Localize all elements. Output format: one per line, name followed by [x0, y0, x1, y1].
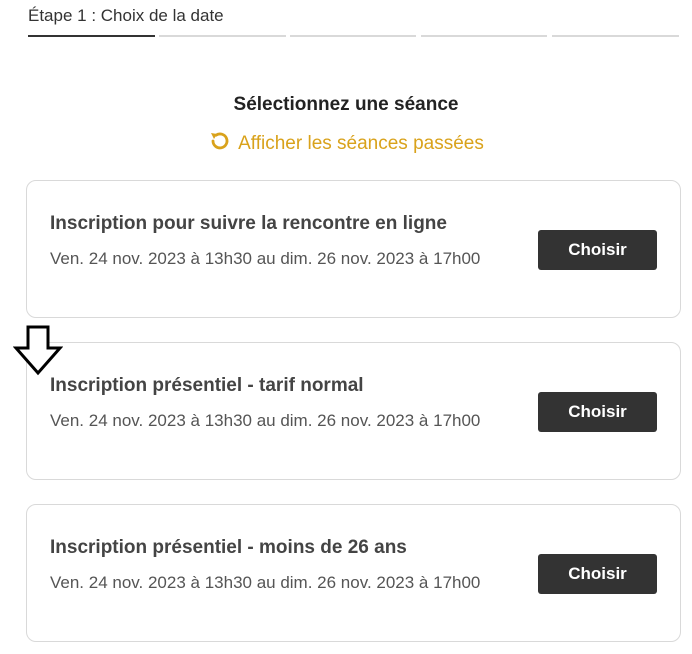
- step-2-bar: [159, 35, 286, 37]
- section-title: Sélectionnez une séance: [233, 94, 459, 115]
- show-past-sessions-link[interactable]: Afficher les séances passées: [0, 130, 692, 158]
- session-title: Inscription présentiel - tarif normal: [50, 375, 364, 396]
- session-card: Inscription présentiel - tarif normal Ve…: [26, 342, 681, 480]
- choose-button[interactable]: Choisir: [538, 392, 657, 432]
- down-arrow-icon: [12, 325, 64, 377]
- session-card: Inscription présentiel - moins de 26 ans…: [26, 504, 681, 642]
- choose-button[interactable]: Choisir: [538, 554, 657, 594]
- session-date: Ven. 24 nov. 2023 à 13h30 au dim. 26 nov…: [50, 573, 481, 592]
- session-date: Ven. 24 nov. 2023 à 13h30 au dim. 26 nov…: [50, 411, 481, 430]
- step-4-bar: [421, 35, 547, 37]
- session-title: Inscription pour suivre la rencontre en …: [50, 213, 447, 234]
- stepper: Étape 1 : Choix de la date: [28, 0, 679, 40]
- step-3-bar: [290, 35, 416, 37]
- session-date: Ven. 24 nov. 2023 à 13h30 au dim. 26 nov…: [50, 249, 481, 268]
- session-title: Inscription présentiel - moins de 26 ans: [50, 537, 407, 558]
- session-card: Inscription pour suivre la rencontre en …: [26, 180, 681, 318]
- step-5-bar: [552, 35, 679, 37]
- step-1-bar: [28, 35, 155, 37]
- show-past-sessions-label: Afficher les séances passées: [238, 133, 484, 154]
- choose-button[interactable]: Choisir: [538, 230, 657, 270]
- undo-icon: [208, 130, 230, 158]
- current-step-label: Étape 1 : Choix de la date: [28, 6, 224, 25]
